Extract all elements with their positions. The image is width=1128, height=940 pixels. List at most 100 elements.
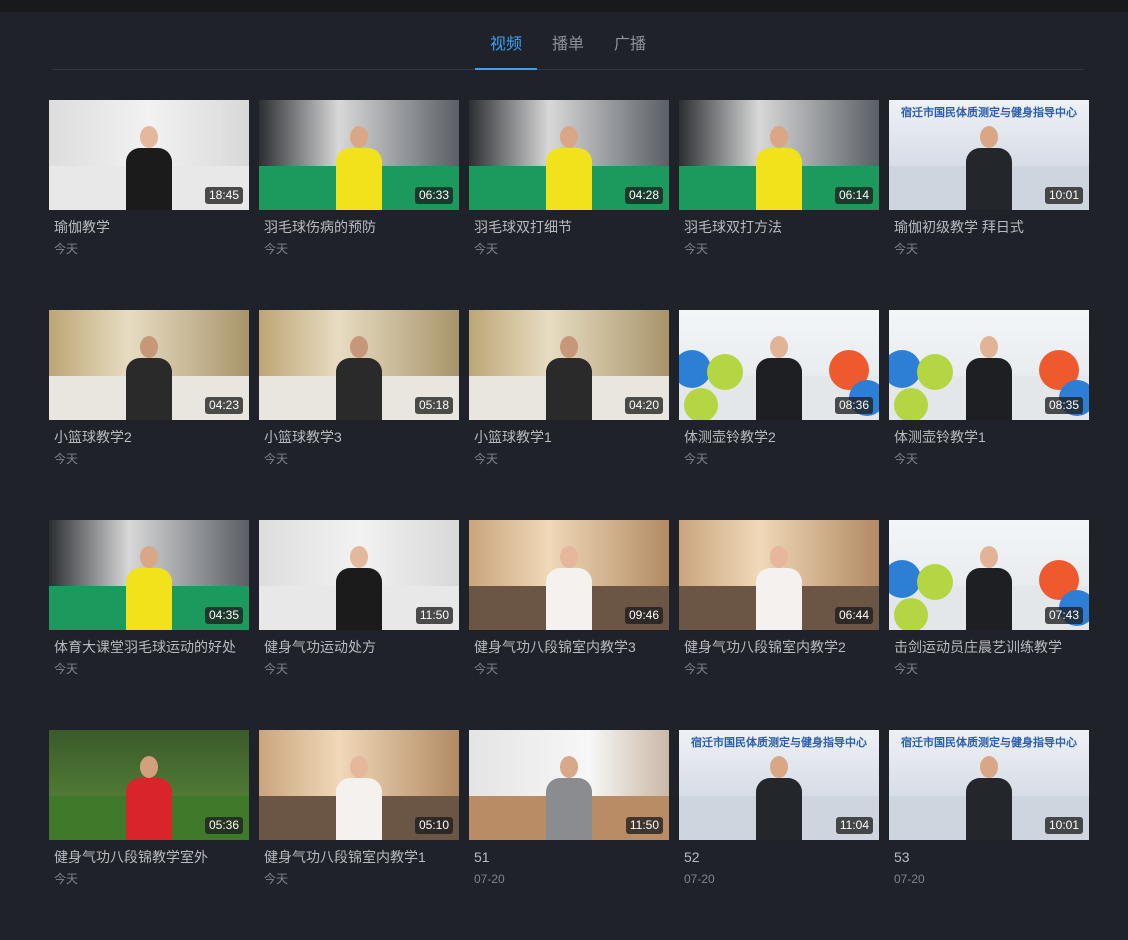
video-thumbnail[interactable]: 06:44	[679, 520, 879, 630]
person-head	[140, 126, 158, 148]
person-head	[770, 756, 788, 778]
person-body	[336, 568, 382, 630]
video-card[interactable]: 08:36 体测壶铃教学2 今天	[679, 310, 879, 520]
video-title[interactable]: 健身气功八段锦室内教学2	[679, 638, 879, 656]
video-thumbnail[interactable]: 06:33	[259, 100, 459, 210]
tab-broadcast[interactable]: 广播	[599, 12, 661, 69]
video-thumbnail[interactable]: 宿迁市国民体质测定与健身指导中心 11:04	[679, 730, 879, 840]
video-thumbnail[interactable]: 04:28	[469, 100, 669, 210]
video-card[interactable]: 04:28 羽毛球双打细节 今天	[469, 100, 669, 310]
video-title[interactable]: 健身气功运动处方	[259, 638, 459, 656]
video-date: 今天	[264, 452, 289, 466]
video-thumbnail[interactable]: 09:46	[469, 520, 669, 630]
duration-badge: 05:36	[204, 817, 243, 834]
video-card[interactable]: 05:10 健身气功八段锦室内教学1 今天	[259, 730, 459, 940]
video-title[interactable]: 小篮球教学3	[259, 428, 459, 446]
duration-badge: 11:04	[835, 817, 873, 834]
person-body	[126, 358, 172, 420]
video-title[interactable]: 小篮球教学2	[49, 428, 249, 446]
video-thumbnail[interactable]: 06:14	[679, 100, 879, 210]
duration-badge: 06:44	[834, 607, 873, 624]
video-card[interactable]: 06:44 健身气功八段锦室内教学2 今天	[679, 520, 879, 730]
duration-badge: 11:50	[415, 607, 453, 624]
video-title[interactable]: 羽毛球双打细节	[469, 218, 669, 236]
video-card[interactable]: 09:46 健身气功八段锦室内教学3 今天	[469, 520, 669, 730]
person-head	[980, 546, 998, 568]
duration-badge: 06:14	[834, 187, 873, 204]
video-title[interactable]: 健身气功八段锦室内教学3	[469, 638, 669, 656]
video-thumbnail[interactable]: 04:20	[469, 310, 669, 420]
video-card[interactable]: 06:14 羽毛球双打方法 今天	[679, 100, 879, 310]
fitness-ball	[894, 598, 928, 630]
duration-badge: 06:33	[414, 187, 453, 204]
video-card[interactable]: 宿迁市国民体质测定与健身指导中心 11:04 52 07-20	[679, 730, 879, 940]
video-card[interactable]: 18:45 瑜伽教学今天	[49, 100, 249, 310]
duration-badge: 04:28	[624, 187, 663, 204]
video-date: 今天	[684, 452, 709, 466]
person-head	[350, 546, 368, 568]
video-title[interactable]: 瑜伽教学	[49, 218, 249, 236]
video-card[interactable]: 05:18 小篮球教学3 今天	[259, 310, 459, 520]
video-title[interactable]: 体测壶铃教学1	[889, 428, 1089, 446]
person-head	[770, 336, 788, 358]
video-title[interactable]: 瑜伽初级教学 拜日式	[889, 218, 1089, 236]
video-thumbnail[interactable]: 07:43	[889, 520, 1089, 630]
duration-badge: 09:46	[624, 607, 663, 624]
video-thumbnail[interactable]: 05:36	[49, 730, 249, 840]
video-card[interactable]: 07:43 击剑运动员庄晨艺训练教学 今天	[889, 520, 1089, 730]
video-card[interactable]: 04:23 小篮球教学2 今天	[49, 310, 249, 520]
video-thumbnail[interactable]: 08:35	[889, 310, 1089, 420]
video-date: 今天	[894, 242, 919, 256]
person-head	[560, 336, 578, 358]
video-title[interactable]: 小篮球教学1	[469, 428, 669, 446]
fitness-ball	[707, 354, 743, 390]
video-thumbnail[interactable]: 18:45	[49, 100, 249, 210]
video-card[interactable]: 11:50 健身气功运动处方 今天	[259, 520, 459, 730]
video-title[interactable]: 健身气功八段锦教学室外	[49, 848, 249, 866]
duration-badge: 07:43	[1044, 607, 1083, 624]
video-title[interactable]: 体育大课堂羽毛球运动的好处	[49, 638, 249, 656]
video-card[interactable]: 06:33 羽毛球伤病的预防 今天	[259, 100, 459, 310]
person-body	[546, 778, 592, 840]
tab-playlists[interactable]: 播单	[537, 12, 599, 69]
video-title[interactable]: 羽毛球伤病的预防	[259, 218, 459, 236]
tab-videos[interactable]: 视频	[475, 12, 537, 70]
video-thumbnail[interactable]: 11:50	[469, 730, 669, 840]
video-card[interactable]: 04:20 小篮球教学1 今天	[469, 310, 669, 520]
tab-bar: 视频 播单 广播	[52, 12, 1084, 70]
video-thumbnail[interactable]: 宿迁市国民体质测定与健身指导中心 10:01	[889, 730, 1089, 840]
video-thumbnail[interactable]: 05:18	[259, 310, 459, 420]
person-body	[756, 148, 802, 210]
person-body	[546, 148, 592, 210]
video-thumbnail[interactable]: 宿迁市国民体质测定与健身指导中心 10:01	[889, 100, 1089, 210]
video-card[interactable]: 08:35 体测壶铃教学1 今天	[889, 310, 1089, 520]
video-card[interactable]: 11:50 51 07-20	[469, 730, 669, 940]
video-grid: 18:45 瑜伽教学今天 06:33 羽毛球伤病的预防今天 04:28 羽毛球双打细节今天…	[49, 100, 1089, 940]
video-title[interactable]: 53	[889, 848, 1089, 866]
video-card[interactable]: 宿迁市国民体质测定与健身指导中心 10:01 瑜伽初级教学 拜日式今天	[889, 100, 1089, 310]
duration-badge: 05:18	[414, 397, 453, 414]
video-thumbnail[interactable]: 11:50	[259, 520, 459, 630]
video-title[interactable]: 51	[469, 848, 669, 866]
video-thumbnail[interactable]: 05:10	[259, 730, 459, 840]
video-card[interactable]: 05:36 健身气功八段锦教学室外 今天	[49, 730, 249, 940]
video-title[interactable]: 击剑运动员庄晨艺训练教学	[889, 638, 1089, 656]
fitness-ball	[917, 564, 953, 600]
video-card[interactable]: 04:35 体育大课堂羽毛球运动的好处 今天	[49, 520, 249, 730]
video-thumbnail[interactable]: 08:36	[679, 310, 879, 420]
video-title[interactable]: 52	[679, 848, 879, 866]
duration-badge: 11:50	[625, 817, 663, 834]
video-date: 今天	[894, 452, 919, 466]
video-title[interactable]: 体测壶铃教学2	[679, 428, 879, 446]
video-title[interactable]: 健身气功八段锦室内教学1	[259, 848, 459, 866]
video-thumbnail[interactable]: 04:35	[49, 520, 249, 630]
person-head	[140, 546, 158, 568]
video-date: 07-20	[684, 872, 715, 886]
person-body	[756, 568, 802, 630]
video-title[interactable]: 羽毛球双打方法	[679, 218, 879, 236]
duration-badge: 10:01	[1044, 817, 1083, 834]
video-thumbnail[interactable]: 04:23	[49, 310, 249, 420]
video-date: 今天	[54, 242, 79, 256]
person-head	[770, 126, 788, 148]
video-card[interactable]: 宿迁市国民体质测定与健身指导中心 10:01 53 07-20	[889, 730, 1089, 940]
